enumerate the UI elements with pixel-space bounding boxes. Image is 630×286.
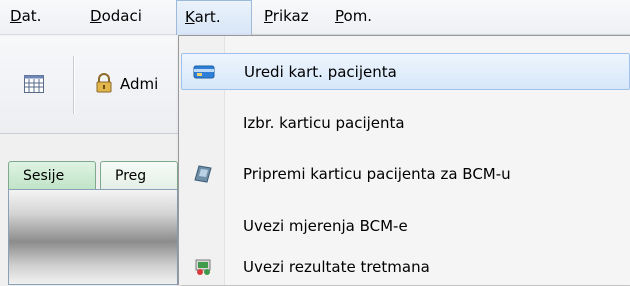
menu-item-uvezi-mjerenja[interactable]: Uvezi mjerenja BCM-e	[181, 208, 630, 245]
menu-prikaz-label: rikaz	[272, 7, 309, 25]
card-icon	[193, 65, 215, 79]
toolbar-separator	[73, 56, 75, 114]
menu-item-label: Izbr. karticu pacijenta	[243, 114, 405, 132]
menu-bar: Dat. Dodaci Kart. Prikaz Pom.	[0, 0, 630, 35]
menu-kart-label: art.	[194, 8, 221, 26]
menu-item-uvezi-rezultate[interactable]: Uvezi rezultate tretmana	[181, 249, 630, 286]
grid-icon	[24, 75, 44, 93]
menu-dodaci-mnemonic: D	[90, 7, 102, 25]
menu-pom-mnemonic: P	[335, 7, 344, 25]
menu-dat[interactable]: Dat.	[2, 0, 49, 35]
menu-item-pripremi-karticu[interactable]: Pripremi karticu pacijenta za BCM-u	[181, 156, 630, 193]
kart-dropdown-menu: Uredi kart. pacijenta Izbr. karticu paci…	[178, 35, 630, 285]
menu-item-label: Uvezi rezultate tretmana	[243, 258, 430, 276]
menu-item-label: Pripremi karticu pacijenta za BCM-u	[243, 165, 511, 183]
menu-kart[interactable]: Kart.	[176, 0, 252, 35]
menu-dat-mnemonic: D	[10, 7, 22, 25]
menu-item-izbr-karticu[interactable]: Izbr. karticu pacijenta	[181, 105, 630, 142]
lock-icon	[96, 73, 112, 93]
menu-pom-label: om.	[343, 7, 373, 25]
menu-kart-mnemonic: K	[185, 8, 195, 26]
tab-preg[interactable]: Preg	[100, 161, 178, 190]
tab-panel	[8, 189, 178, 285]
menu-item-label: Uvezi mjerenja BCM-e	[243, 217, 408, 235]
grid-button[interactable]	[24, 70, 44, 98]
menu-pom[interactable]: Pom.	[327, 0, 380, 35]
menu-item-label: Uredi kart. pacijenta	[244, 63, 397, 81]
admin-button[interactable]: Admi	[96, 70, 178, 98]
menu-item-uredi-kart[interactable]: Uredi kart. pacijenta	[181, 53, 630, 90]
tab-sesije-label: Sesije	[23, 168, 65, 184]
admin-button-label: Admi	[120, 75, 159, 93]
menu-prikaz-mnemonic: P	[264, 7, 273, 25]
menu-dodaci[interactable]: Dodaci	[82, 0, 150, 35]
device-card-icon	[194, 165, 212, 183]
tab-sesije[interactable]: Sesije	[8, 161, 96, 190]
import-results-icon	[195, 259, 211, 275]
tab-preg-label: Preg	[115, 168, 147, 184]
menu-dodaci-label: odaci	[101, 7, 142, 25]
menu-dat-label: at.	[21, 7, 42, 25]
menu-prikaz[interactable]: Prikaz	[256, 0, 317, 35]
